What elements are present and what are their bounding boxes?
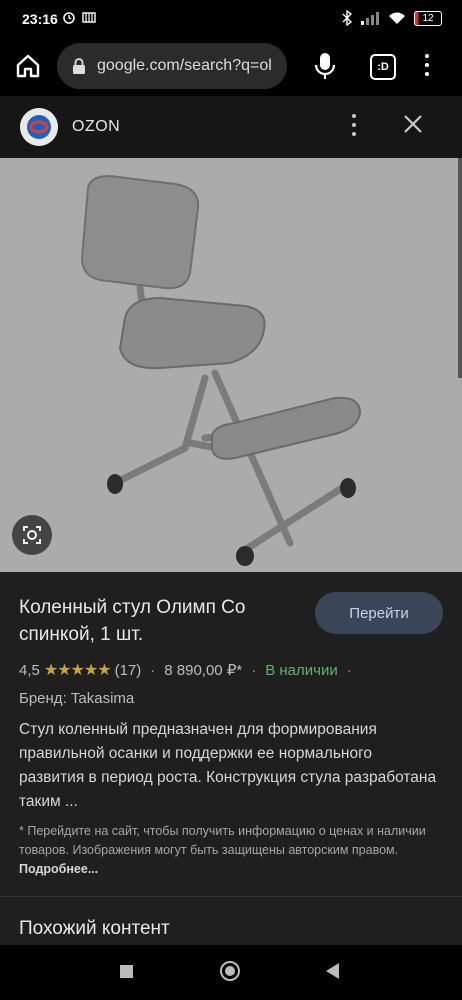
browser-menu-icon[interactable] xyxy=(422,54,432,80)
bluetooth-icon xyxy=(342,10,352,26)
rating-value: 4,5 xyxy=(19,661,40,679)
tabs-button[interactable]: :D xyxy=(370,54,396,80)
availability-status: В наличии xyxy=(265,661,338,679)
divider xyxy=(0,896,462,897)
kneeling-chair-image xyxy=(80,174,362,566)
lens-icon xyxy=(23,526,41,544)
url-text: google.com/search?q=ol xyxy=(97,57,272,74)
more-info-link[interactable]: Подробнее... xyxy=(19,862,98,876)
product-title: Коленный стул Олимп Со спинкой, 1 шт. xyxy=(19,597,246,645)
lock-icon xyxy=(73,58,85,74)
status-time: 23:16 xyxy=(22,11,58,27)
product-price: 8 890,00 ₽* xyxy=(164,662,243,679)
home-icon[interactable] xyxy=(14,52,42,80)
review-count: (17) xyxy=(114,661,142,679)
product-description: Стул коленный предназначен для формирова… xyxy=(19,721,437,810)
similar-content-heading: Похожий контент xyxy=(19,918,170,939)
product-brand: Бренд: Takasima xyxy=(19,690,135,707)
product-image[interactable] xyxy=(0,158,462,572)
address-bar[interactable]: google.com/search?q=ol xyxy=(57,43,287,89)
ozon-logo-icon xyxy=(20,108,58,146)
google-lens-button[interactable] xyxy=(12,515,52,555)
back-icon[interactable] xyxy=(326,963,339,979)
browser-toolbar: google.com/search?q=ol :D xyxy=(0,36,462,96)
wifi-icon xyxy=(389,12,405,24)
site-name: OZON xyxy=(72,118,121,135)
scroll-indicator xyxy=(458,158,462,378)
site-menu-icon[interactable] xyxy=(352,114,356,141)
home-button-icon[interactable] xyxy=(220,961,240,981)
site-header: OZON xyxy=(0,96,462,158)
status-bar: 23:16 12 xyxy=(0,0,462,36)
product-meta: 4,5 ★★★★★ (17) · 8 890,00 ₽* · В наличии… xyxy=(19,661,352,680)
disclaimer: * Перейдите на сайт, чтобы получить инфо… xyxy=(19,822,439,879)
battery-icon: 12 xyxy=(414,10,442,26)
crib-icon xyxy=(82,12,96,23)
go-to-site-button[interactable]: Перейти xyxy=(315,592,443,634)
rating-stars: ★★★★★ xyxy=(43,662,112,679)
microphone-icon[interactable] xyxy=(312,51,338,81)
disclaimer-text: * Перейдите на сайт, чтобы получить инфо… xyxy=(19,824,426,857)
close-icon[interactable] xyxy=(402,113,424,135)
recent-apps-icon[interactable] xyxy=(120,965,133,978)
system-navigation-bar xyxy=(0,945,462,1000)
alarm-icon xyxy=(63,12,75,24)
signal-icon xyxy=(361,12,379,25)
